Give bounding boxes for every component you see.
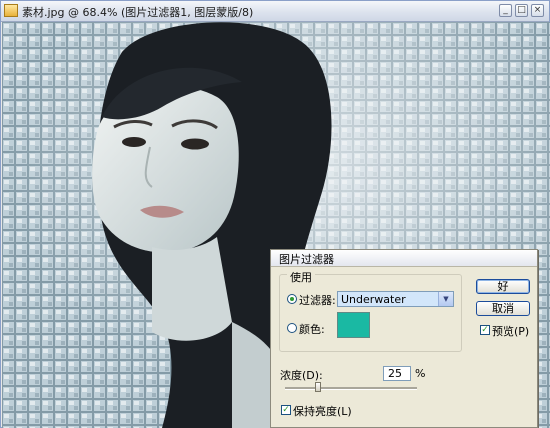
picture-filter-dialog: 图片过滤器 使用 过滤器: Underwater ▼ 颜色: 好 取消 ✓ 预览…: [270, 249, 538, 428]
document-title: 素材.jpg @ 68.4% (图片过滤器1, 图层蒙版/8): [22, 6, 254, 19]
checkmark-icon: ✓: [282, 405, 290, 415]
use-group-label: 使用: [287, 269, 315, 285]
document-titlebar[interactable]: 素材.jpg @ 68.4% (图片过滤器1, 图层蒙版/8) _ □ ×: [1, 1, 549, 22]
density-slider-thumb[interactable]: [315, 382, 321, 392]
filter-select[interactable]: Underwater ▼: [337, 291, 454, 307]
color-radio-label[interactable]: 颜色:: [299, 321, 325, 337]
dialog-title: 图片过滤器: [279, 253, 334, 266]
density-label: 浓度(D):: [280, 369, 323, 382]
cancel-button[interactable]: 取消: [476, 301, 530, 316]
density-slider-track[interactable]: [285, 387, 417, 390]
color-swatch[interactable]: [337, 312, 370, 338]
filter-radio[interactable]: [287, 294, 297, 304]
chevron-down-icon[interactable]: ▼: [438, 292, 453, 306]
minimize-button[interactable]: _: [499, 4, 512, 17]
density-input[interactable]: 25: [383, 366, 411, 381]
close-button[interactable]: ×: [531, 4, 544, 17]
document-icon: [4, 4, 18, 17]
density-unit: %: [415, 367, 426, 380]
ok-button[interactable]: 好: [476, 279, 530, 294]
preview-checkbox[interactable]: ✓: [480, 325, 490, 335]
preserve-luminosity-label[interactable]: 保持亮度(L): [293, 403, 352, 419]
filter-select-value: Underwater: [341, 293, 406, 306]
dialog-titlebar[interactable]: 图片过滤器: [271, 250, 537, 267]
filter-radio-label[interactable]: 过滤器:: [299, 292, 336, 308]
preview-label[interactable]: 预览(P): [492, 323, 529, 339]
color-radio[interactable]: [287, 323, 297, 333]
use-group-box: [279, 274, 462, 352]
maximize-button[interactable]: □: [515, 4, 528, 17]
preserve-luminosity-checkbox[interactable]: ✓: [281, 405, 291, 415]
checkmark-icon: ✓: [481, 325, 489, 335]
